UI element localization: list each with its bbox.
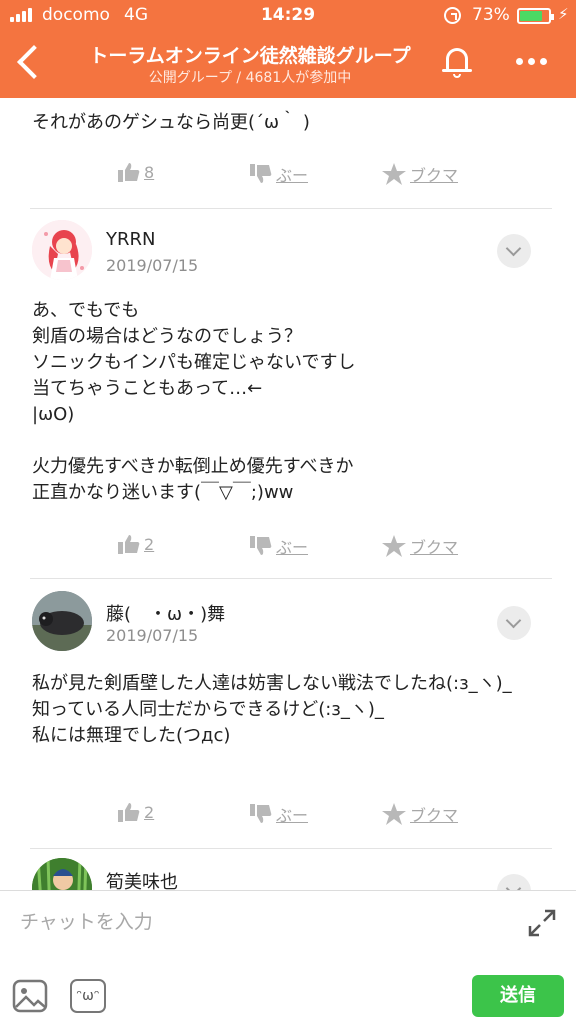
thumbs-down-icon [250, 164, 272, 183]
boo-label: ぶー [276, 806, 309, 825]
chevron-down-icon[interactable] [497, 874, 531, 890]
post-divider [30, 208, 552, 209]
post-username: 筍美味也 [106, 872, 178, 890]
like-button[interactable]: 2 [118, 802, 154, 822]
like-button[interactable]: 2 [118, 534, 154, 554]
avatar-image [32, 220, 92, 280]
emoji-icon[interactable]: ᵔωᵔ [70, 979, 106, 1013]
battery-percentage: 73% [472, 5, 510, 25]
battery-icon [517, 8, 554, 24]
avatar-image [32, 858, 92, 890]
chat-feed[interactable]: それがあのゲシュなら尚更(´ω｀ ) 8 ぶー ブクマ YRRN 2019/07… [0, 98, 576, 890]
group-title: トーラムオンライン徒然雑談グループ [89, 46, 411, 67]
boo-button[interactable]: ぶー [250, 802, 308, 826]
avatar[interactable] [32, 220, 92, 280]
like-button[interactable]: 8 [118, 162, 154, 182]
charging-icon: ⚡ [558, 5, 569, 23]
post-username: YRRN [106, 229, 156, 250]
star-icon [382, 803, 406, 825]
post-divider [30, 848, 552, 849]
thumbs-down-icon [250, 536, 272, 555]
bookmark-label: ブクマ [410, 538, 459, 557]
post-text: あ、でもでも 剣盾の場合はどうなのでしょう？ ソニックもインパも確定じゃないです… [32, 300, 356, 503]
like-count: 2 [144, 534, 155, 554]
boo-label: ぶー [276, 166, 309, 185]
thumbs-down-icon [250, 804, 272, 823]
chevron-down-icon[interactable] [497, 606, 531, 640]
post-username: 藤( ・ω・)舞 [106, 604, 226, 625]
group-subtitle: 公開グループ / 4681人が参加中 [148, 70, 352, 86]
orientation-lock-icon [444, 7, 461, 24]
post-text: 私が見た剣盾壁した人達は妨害しない戦法でしたね(:з_ヽ)_ 知っている人同士だ… [32, 673, 512, 746]
avatar-image [32, 591, 92, 651]
bookmark-button[interactable]: ブクマ [382, 802, 458, 826]
expand-icon[interactable] [526, 907, 558, 939]
back-button[interactable] [10, 40, 50, 84]
boo-label: ぶー [276, 538, 309, 557]
post-divider [30, 578, 552, 579]
thumbs-up-icon [118, 803, 140, 822]
avatar[interactable] [32, 858, 92, 890]
bookmark-button[interactable]: ブクマ [382, 162, 458, 186]
bookmark-button[interactable]: ブクマ [382, 534, 458, 558]
bookmark-label: ブクマ [410, 166, 459, 185]
post-text: それがあのゲシュなら尚更(´ω｀ ) [32, 112, 310, 133]
bell-icon[interactable] [440, 44, 474, 80]
thumbs-up-icon [118, 535, 140, 554]
post-date: 2019/07/15 [106, 256, 199, 275]
post-actions: 2 ぶー ブクマ [0, 534, 576, 564]
send-button[interactable]: 送信 [472, 975, 564, 1017]
post-date: 2019/07/15 [106, 626, 199, 645]
boo-button[interactable]: ぶー [250, 534, 308, 558]
like-count: 8 [144, 162, 155, 182]
more-dots-icon[interactable] [516, 58, 547, 65]
post-actions: 2 ぶー ブクマ [0, 802, 576, 832]
bookmark-label: ブクマ [410, 806, 459, 825]
avatar[interactable] [32, 591, 92, 651]
post-actions: 8 ぶー ブクマ [0, 162, 576, 192]
star-icon [382, 163, 406, 185]
chat-input[interactable] [20, 905, 500, 939]
like-count: 2 [144, 802, 155, 822]
image-icon[interactable] [12, 979, 48, 1013]
boo-button[interactable]: ぶー [250, 162, 308, 186]
thumbs-up-icon [118, 163, 140, 182]
app-header: docomo 4G 14:29 73% ⚡ トーラムオンライン徒然雑談グループ … [0, 0, 576, 98]
status-bar: docomo 4G 14:29 73% ⚡ [0, 0, 576, 30]
chevron-down-icon[interactable] [497, 234, 531, 268]
star-icon [382, 535, 406, 557]
